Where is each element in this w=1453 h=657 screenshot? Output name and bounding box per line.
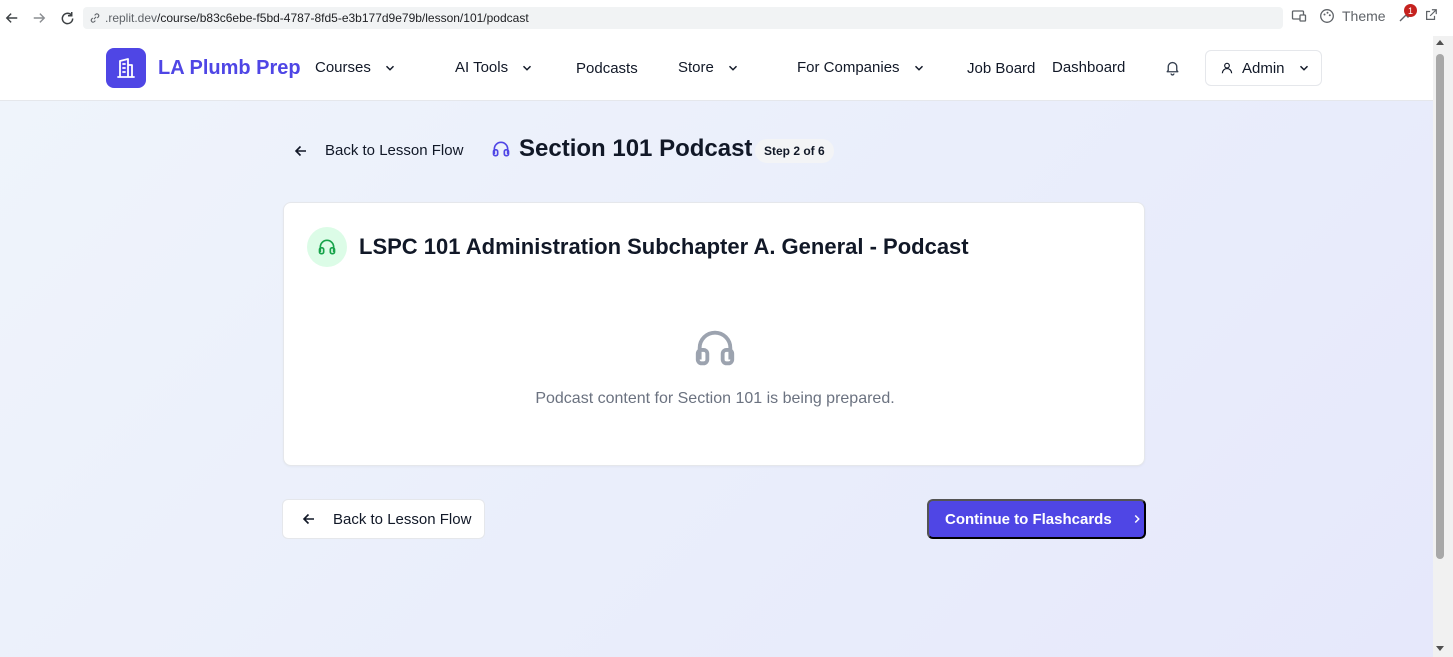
nav-job-board-label: Job Board: [967, 60, 1036, 77]
extension-badge: 1: [1404, 4, 1417, 17]
nav-store[interactable]: Store: [678, 59, 740, 76]
arrow-left-icon: [293, 143, 309, 159]
browser-forward-button[interactable]: [30, 9, 48, 27]
page-heading: Section 101 Podcast: [491, 135, 752, 163]
back-link-label: Back to Lesson Flow: [325, 142, 464, 159]
url-text: .replit.dev/course/b83c6ebe-f5bd-4787-8f…: [105, 11, 529, 25]
chevron-down-icon: [383, 61, 397, 75]
step-badge: Step 2 of 6: [755, 139, 834, 163]
nav-job-board[interactable]: Job Board: [967, 60, 1035, 77]
nav-for-companies-label: For Companies: [797, 59, 900, 76]
user-icon: [1221, 62, 1233, 74]
page-scrollbar[interactable]: [1433, 36, 1453, 657]
chevron-right-icon: [1130, 512, 1144, 526]
nav-for-companies[interactable]: For Companies: [797, 59, 926, 76]
back-button-label: Back to Lesson Flow: [333, 510, 472, 528]
nav-courses[interactable]: Courses: [315, 59, 397, 76]
theme-label: Theme: [1342, 8, 1386, 24]
headphones-icon: [318, 239, 336, 255]
chevron-down-icon: [520, 61, 534, 75]
continue-to-flashcards-button[interactable]: Continue to Flashcards: [927, 499, 1146, 539]
podcast-status-message: Podcast content for Section 101 is being…: [535, 390, 895, 407]
link-icon: [89, 12, 101, 24]
cast-button[interactable]: [1291, 8, 1307, 24]
palette-icon: [1320, 9, 1334, 23]
back-to-lesson-flow-button[interactable]: Back to Lesson Flow: [282, 499, 485, 539]
logo[interactable]: [106, 48, 146, 88]
nav-dashboard[interactable]: Dashboard: [1052, 59, 1125, 76]
scroll-up-arrow[interactable]: [1436, 40, 1444, 45]
continue-button-label: Continue to Flashcards: [945, 510, 1112, 528]
user-menu-label: Admin: [1242, 59, 1285, 77]
scroll-down-arrow[interactable]: [1436, 646, 1444, 651]
notifications-button[interactable]: [1164, 59, 1181, 81]
url-path: /course/b83c6ebe-f5bd-4787-8fd5-e3b177d9…: [157, 11, 529, 25]
headphones-icon: [491, 139, 511, 159]
cast-icon: [1291, 10, 1307, 22]
page-title: Section 101 Podcast: [519, 135, 753, 162]
open-external-icon: [1426, 9, 1437, 20]
forward-icon: [33, 13, 46, 23]
building-icon: [117, 58, 135, 78]
reload-icon: [61, 11, 73, 24]
nav-courses-label: Courses: [315, 59, 371, 76]
back-to-lesson-flow-link[interactable]: Back to Lesson Flow: [293, 142, 463, 159]
browser-back-button[interactable]: [3, 9, 21, 27]
bell-icon: [1166, 61, 1179, 76]
arrow-left-icon: [301, 511, 317, 527]
podcast-card-title: LSPC 101 Administration Subchapter A. Ge…: [359, 234, 969, 259]
nav-podcasts-label: Podcasts: [576, 60, 638, 77]
nav-ai-tools[interactable]: AI Tools: [455, 59, 534, 76]
scrollbar-thumb[interactable]: [1436, 54, 1444, 559]
nav-ai-tools-label: AI Tools: [455, 59, 509, 76]
user-menu-button[interactable]: Admin: [1205, 50, 1322, 86]
chevron-down-icon: [1297, 61, 1311, 75]
chevron-down-icon: [726, 61, 740, 75]
theme-button[interactable]: Theme: [1319, 8, 1386, 24]
browser-reload-button[interactable]: [58, 9, 76, 27]
url-domain: .replit.dev: [105, 11, 158, 25]
address-bar[interactable]: .replit.dev/course/b83c6ebe-f5bd-4787-8f…: [83, 7, 1283, 29]
podcast-icon-badge: [307, 227, 347, 267]
browser-toolbar: .replit.dev/course/b83c6ebe-f5bd-4787-8f…: [0, 0, 1453, 36]
open-external-button[interactable]: [1424, 8, 1438, 22]
main-content: Back to Lesson Flow Section 101 Podcast …: [0, 101, 1433, 657]
nav-podcasts[interactable]: Podcasts: [576, 60, 638, 77]
nav-store-label: Store: [678, 59, 714, 76]
site-header: LA Plumb Prep Courses AI Tools Podcasts …: [0, 36, 1433, 101]
chevron-down-icon: [912, 61, 926, 75]
back-icon: [5, 13, 18, 23]
headphones-icon: [692, 325, 738, 376]
nav-dashboard-label: Dashboard: [1052, 59, 1126, 76]
brand-name[interactable]: LA Plumb Prep: [158, 57, 301, 80]
podcast-card: LSPC 101 Administration Subchapter A. Ge…: [283, 202, 1145, 466]
